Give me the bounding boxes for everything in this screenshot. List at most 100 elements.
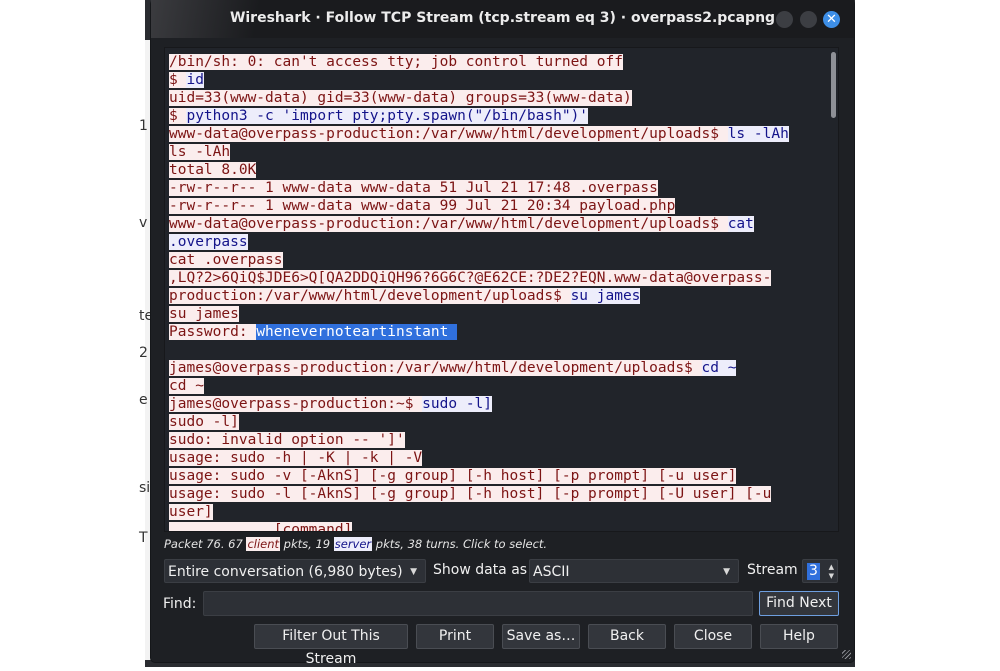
stream-line[interactable]: usage: sudo -l [-AknS] [-g group] [-h ho…	[169, 485, 789, 503]
client-text[interactable]: [command]	[169, 522, 353, 531]
stream-line[interactable]: ls -lAh	[169, 143, 789, 161]
client-text[interactable]: usage: sudo -h | -K | -k | -V	[169, 450, 423, 466]
show-data-value: ASCII	[533, 564, 570, 580]
client-text[interactable]: ,LQ?2>6QiQ$JDE6>Q[QA2DDQiQH96?6G6C?@E62C…	[169, 270, 772, 286]
stream-line[interactable]: user]	[169, 503, 789, 521]
stream-line[interactable]: www-data@overpass-production:/var/www/ht…	[169, 215, 789, 233]
client-text[interactable]: cat .overpass	[169, 252, 283, 268]
stats-suffix: pkts, 38 turns. Click to select.	[372, 537, 548, 551]
server-text[interactable]: cat	[727, 216, 754, 232]
server-text[interactable]: cd ~	[701, 360, 737, 376]
stream-line[interactable]: /bin/sh: 0: can't access tty; job contro…	[169, 53, 789, 71]
server-text[interactable]: id	[186, 72, 204, 88]
find-next-button[interactable]: Find Next	[759, 591, 839, 616]
background-fragment: 2	[139, 345, 148, 361]
stream-line[interactable]: production:/var/www/html/development/upl…	[169, 287, 789, 305]
stream-line[interactable]: Password: whenevernoteartinstant	[169, 323, 789, 341]
stream-content[interactable]: /bin/sh: 0: can't access tty; job contro…	[164, 47, 839, 532]
increment-arrow-icon[interactable]: ▲	[829, 563, 834, 571]
selected-text[interactable]: whenevernoteartinstant	[256, 324, 458, 340]
client-text[interactable]: usage: sudo -v [-AknS] [-g group] [-h ho…	[169, 468, 737, 484]
stream-line[interactable]: su james	[169, 305, 789, 323]
minimize-button[interactable]	[776, 11, 793, 28]
chevron-down-icon: ▼	[723, 567, 730, 577]
conversation-select[interactable]: Entire conversation (6,980 bytes) ▼	[164, 559, 426, 583]
stream-line[interactable]: usage: sudo -v [-AknS] [-g group] [-h ho…	[169, 467, 789, 485]
stream-label: Stream	[747, 562, 798, 578]
stream-line[interactable]: cat .overpass	[169, 251, 789, 269]
server-text[interactable]: .overpass	[169, 234, 248, 250]
client-text[interactable]: ls -lAh	[169, 144, 231, 160]
client-text[interactable]: cd ~	[169, 378, 204, 394]
print-button[interactable]: Print	[416, 624, 494, 649]
client-text[interactable]: usage: sudo -l [-AknS] [-g group] [-h ho…	[169, 486, 772, 502]
show-data-select[interactable]: ASCII ▼	[529, 559, 739, 583]
chevron-down-icon: ▼	[410, 567, 417, 577]
stream-line[interactable]: ,LQ?2>6QiQ$JDE6>Q[QA2DDQiQH96?6G6C?@E62C…	[169, 269, 789, 287]
client-text[interactable]: -rw-r--r-- 1 www-data www-data 99 Jul 21…	[169, 198, 676, 214]
stream-line[interactable]: total 8.0K	[169, 161, 789, 179]
stream-number-value[interactable]: 3	[807, 563, 820, 580]
stream-line[interactable]: uid=33(www-data) gid=33(www-data) groups…	[169, 89, 789, 107]
server-text[interactable]: python3 -c 'import pty;pty.spawn("/bin/b…	[186, 108, 589, 124]
vertical-scrollbar[interactable]	[831, 52, 836, 118]
save-as-button[interactable]: Save as…	[502, 624, 580, 649]
stream-line[interactable]: james@overpass-production:~$ sudo -l]	[169, 395, 789, 413]
background-fragment: e	[139, 392, 148, 408]
client-text[interactable]: uid=33(www-data) gid=33(www-data) groups…	[169, 90, 632, 106]
client-text[interactable]: production:/var/www/html/development/upl…	[169, 288, 571, 304]
client-text[interactable]: www-data@overpass-production:/var/www/ht…	[169, 126, 728, 142]
client-text[interactable]: $	[169, 72, 187, 88]
client-text[interactable]: -rw-r--r-- 1 www-data www-data 51 Jul 21…	[169, 180, 658, 196]
stream-line[interactable]: [command]	[169, 521, 789, 531]
close-button[interactable]: Close	[674, 624, 752, 649]
stream-line[interactable]: -rw-r--r-- 1 www-data www-data 51 Jul 21…	[169, 179, 789, 197]
close-window-button[interactable]: ✕	[823, 11, 840, 28]
background-fragment: 1	[139, 118, 148, 134]
maximize-button[interactable]	[800, 11, 817, 28]
background-fragment: v	[139, 215, 148, 231]
help-button[interactable]: Help	[760, 624, 838, 649]
window-title: Wireshark · Follow TCP Stream (tcp.strea…	[229, 10, 776, 26]
stream-line[interactable]: sudo: invalid option -- ']'	[169, 431, 789, 449]
client-text[interactable]: sudo: invalid option -- ']'	[169, 432, 405, 448]
server-text[interactable]: sudo -l]	[422, 396, 493, 412]
stream-line[interactable]: www-data@overpass-production:/var/www/ht…	[169, 125, 789, 143]
client-text[interactable]: total 8.0K	[169, 162, 257, 178]
client-text[interactable]: james@overpass-production:/var/www/html/…	[169, 360, 702, 376]
stream-line[interactable]: sudo -l]	[169, 413, 789, 431]
filter-out-stream-button[interactable]: Filter Out This Stream	[254, 624, 408, 667]
client-text[interactable]: james@overpass-production:~$	[169, 396, 423, 412]
server-text[interactable]: su james	[570, 288, 641, 304]
title-bar[interactable]: Wireshark · Follow TCP Stream (tcp.strea…	[151, 0, 854, 38]
client-text[interactable]: www-data@overpass-production:/var/www/ht…	[169, 216, 728, 232]
close-icon: ✕	[826, 12, 837, 27]
server-text[interactable]: ls -lAh	[727, 126, 789, 142]
client-text[interactable]: $	[169, 108, 187, 124]
stream-number-spinbox[interactable]: 3 ▲ ▼	[802, 559, 838, 583]
back-button[interactable]: Back	[588, 624, 666, 649]
client-text[interactable]: su james	[169, 306, 239, 322]
packet-stats[interactable]: Packet 76. 67 client pkts, 19 server pkt…	[164, 537, 547, 551]
find-input[interactable]	[203, 591, 753, 616]
decrement-arrow-icon[interactable]: ▼	[829, 572, 834, 580]
client-text[interactable]: user]	[169, 504, 213, 520]
stream-line[interactable]: .overpass	[169, 233, 789, 251]
show-data-label: Show data as	[433, 562, 528, 578]
client-text[interactable]: Password:	[169, 324, 257, 340]
find-label: Find:	[163, 596, 197, 612]
stream-line[interactable]: $ python3 -c 'import pty;pty.spawn("/bin…	[169, 107, 789, 125]
follow-tcp-stream-dialog: Wireshark · Follow TCP Stream (tcp.strea…	[151, 0, 854, 667]
stream-line[interactable]: usage: sudo -h | -K | -k | -V	[169, 449, 789, 467]
stats-middle: pkts, 19	[280, 537, 334, 551]
stream-line[interactable]: james@overpass-production:/var/www/html/…	[169, 359, 789, 377]
stream-line[interactable]: $ id	[169, 71, 789, 89]
stream-text[interactable]: /bin/sh: 0: can't access tty; job contro…	[169, 53, 789, 531]
client-text[interactable]: /bin/sh: 0: can't access tty; job contro…	[169, 54, 623, 70]
stream-line[interactable]: cd ~	[169, 377, 789, 395]
resize-grip[interactable]	[842, 650, 851, 659]
client-label: client	[246, 537, 281, 551]
client-text[interactable]: sudo -l]	[169, 414, 239, 430]
stream-line[interactable]	[169, 341, 789, 359]
stream-line[interactable]: -rw-r--r-- 1 www-data www-data 99 Jul 21…	[169, 197, 789, 215]
